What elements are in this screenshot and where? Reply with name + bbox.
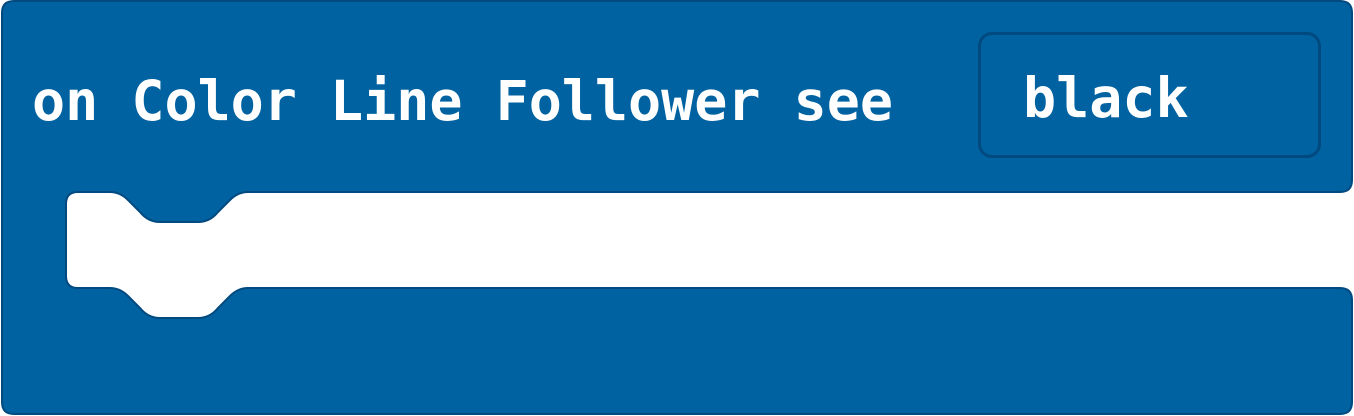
workspace: on Color Line Follower see black <box>0 0 1354 416</box>
color-dropdown-value: black <box>1023 66 1189 130</box>
color-dropdown[interactable]: black <box>978 32 1321 158</box>
event-block-label: on Color Line Follower see <box>32 69 893 133</box>
